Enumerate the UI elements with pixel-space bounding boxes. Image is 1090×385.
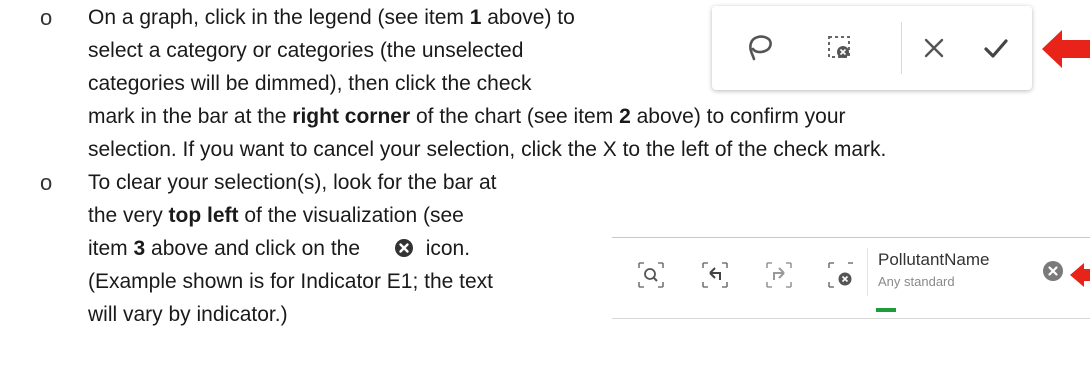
- item2-line2: the very top left of the visualization (…: [88, 204, 464, 227]
- clear-all-icon[interactable]: [826, 260, 856, 290]
- selection-toolbar: [712, 6, 1032, 90]
- clear-selection-icon[interactable]: [818, 26, 862, 70]
- search-selection-icon[interactable]: [636, 260, 666, 290]
- lasso-icon[interactable]: [738, 26, 782, 70]
- item2-line3: item 3 above and click on the icon.: [88, 234, 470, 267]
- item1-line4: mark in the bar at the right corner of t…: [88, 105, 846, 128]
- toolbar-divider: [901, 22, 902, 74]
- clear-circle-icon: [394, 237, 414, 267]
- selections-bar: PollutantName Any standard: [612, 237, 1090, 319]
- item2-line5: will vary by indicator.): [88, 303, 288, 326]
- item2-line4: (Example shown is for Indicator E1; the …: [88, 270, 494, 293]
- cancel-icon[interactable]: [912, 26, 956, 70]
- item1-line3: categories will be dimmed), then click t…: [88, 72, 532, 95]
- selection-field-name[interactable]: PollutantName: [878, 250, 990, 270]
- item2-line1: To clear your selection(s), look for the…: [88, 171, 497, 194]
- clear-field-icon[interactable]: [1042, 260, 1064, 287]
- selection-bar-divider: [867, 248, 868, 296]
- confirm-icon[interactable]: [974, 26, 1018, 70]
- red-arrow-icon: [1040, 26, 1090, 77]
- bullet-marker: o: [40, 170, 53, 195]
- red-arrow-icon: [1070, 260, 1090, 295]
- item1-line2: select a category or categories (the uns…: [88, 39, 524, 62]
- bullet-marker: o: [40, 5, 53, 30]
- item1-line5: selection. If you want to cancel your se…: [88, 138, 887, 161]
- step-forward-icon[interactable]: [764, 260, 794, 290]
- step-back-icon[interactable]: [700, 260, 730, 290]
- selection-state-bar: [876, 308, 896, 312]
- item1-line1: On a graph, click in the legend (see ite…: [88, 6, 575, 29]
- selection-field-value: Any standard: [878, 274, 955, 289]
